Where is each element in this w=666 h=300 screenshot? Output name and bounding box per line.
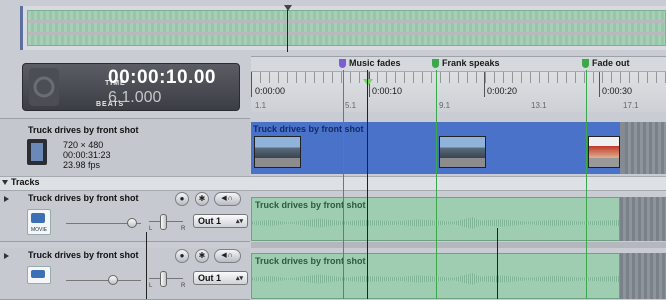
- cursor-line: [497, 228, 498, 299]
- updown-arrow-icon: ▴▾: [235, 275, 243, 282]
- marker-fade-out[interactable]: Fade out: [592, 58, 630, 68]
- marker-line-frank-speaks: [436, 70, 437, 299]
- track-title: Truck drives by front shot: [28, 193, 139, 203]
- marker-music-fades[interactable]: Music fades: [349, 58, 401, 68]
- ruler-beat: 9.1: [439, 101, 451, 110]
- movie-icon: MOVIE: [27, 209, 51, 235]
- ruler-major-tick: [484, 72, 485, 97]
- video-track-title: Truck drives by front shot: [253, 124, 364, 134]
- pan-knob[interactable]: [160, 271, 167, 287]
- overview-waveform: [27, 10, 666, 46]
- updown-arrow-icon: ▴▾: [235, 218, 243, 225]
- time-value[interactable]: 00:00:10.00: [108, 67, 216, 89]
- marker-band: Music fades Frank speaks Fade out: [251, 57, 666, 72]
- clip-fps: 23.98 fps: [63, 160, 101, 170]
- ruler-major-tick: [251, 72, 252, 97]
- video-track[interactable]: Truck drives by front shot: [251, 122, 666, 174]
- clip-title: Truck drives by front shot: [28, 125, 139, 135]
- clip-duration: 00:00:31:23: [63, 150, 111, 160]
- mute-button[interactable]: ◀∩: [214, 192, 241, 206]
- overview-playhead[interactable]: [287, 6, 288, 52]
- audio-clip-title: Truck drives by front shot: [255, 200, 366, 210]
- record-button[interactable]: ●: [175, 249, 189, 263]
- video-track-end: [588, 122, 666, 174]
- marker-line-music-fades: [343, 70, 344, 299]
- track-header-1: Truck drives by front shot ● ✱ ◀∩ MOVIE …: [0, 191, 250, 242]
- track-end-region: [620, 197, 666, 241]
- marker-flag-icon[interactable]: [432, 59, 439, 68]
- ruler-beat: 17.1: [623, 101, 639, 110]
- marker-line-fade-out: [586, 70, 587, 299]
- clip-dimensions: 720 × 480: [63, 140, 104, 150]
- tracks-label: Tracks: [11, 177, 40, 187]
- beats-value[interactable]: 6.1.000: [108, 89, 161, 107]
- output-select[interactable]: Out 1 ▴▾: [193, 214, 248, 228]
- ruler-ticks: [251, 72, 666, 83]
- volume-knob[interactable]: [127, 218, 137, 228]
- playhead-line[interactable]: [367, 70, 368, 299]
- marker-flag-icon[interactable]: [339, 59, 346, 68]
- ruler-beat: 5.1: [345, 101, 357, 110]
- solo-button[interactable]: ✱: [195, 249, 209, 263]
- track-header-2: Truck drives by front shot ● ✱ ◀∩ L R Ou…: [0, 248, 250, 300]
- ruler-timecode: 0:00:30: [602, 86, 633, 96]
- timeline-ruler[interactable]: Music fades Frank speaks Fade out 0:00:0…: [251, 56, 666, 112]
- overview-playhead-knob[interactable]: [284, 5, 292, 11]
- ruler-timecode: 0:00:10: [372, 86, 403, 96]
- pan-knob[interactable]: [160, 214, 167, 230]
- marker-flag-icon[interactable]: [582, 59, 589, 68]
- audio-clip-title: Truck drives by front shot: [255, 256, 366, 266]
- disclosure-triangle-icon[interactable]: [4, 196, 9, 202]
- disclosure-triangle-icon[interactable]: [4, 253, 9, 259]
- marker-frank-speaks[interactable]: Frank speaks: [442, 58, 500, 68]
- tracks-header[interactable]: Tracks: [0, 176, 666, 191]
- playhead-knob[interactable]: [363, 79, 373, 86]
- video-thumbnail: [254, 136, 301, 168]
- audio-file-icon: [27, 266, 51, 284]
- disclosure-triangle-icon[interactable]: [2, 180, 8, 185]
- ruler-beat: 13.1: [531, 101, 547, 110]
- timeline-overview[interactable]: [20, 6, 666, 50]
- ruler-timecode: 0:00:20: [487, 86, 518, 96]
- video-thumbnail: [588, 136, 620, 168]
- cursor-line: [146, 232, 147, 299]
- pan-left-label: L: [149, 226, 153, 232]
- pan-left-label: L: [149, 283, 153, 289]
- ruler-timecode: 0:00:00: [255, 86, 286, 96]
- video-thumbnail: [439, 136, 486, 168]
- output-select[interactable]: Out 1 ▴▾: [193, 271, 248, 285]
- record-button[interactable]: ●: [175, 192, 189, 206]
- film-icon: [27, 139, 47, 165]
- time-display: TIME BEATS 00:00:10.00 6.1.000: [22, 63, 240, 111]
- pan-right-label: R: [181, 226, 186, 232]
- volume-slider[interactable]: [66, 280, 141, 281]
- pan-right-label: R: [181, 283, 186, 289]
- track-title: Truck drives by front shot: [28, 250, 139, 260]
- track-divider: [251, 242, 666, 248]
- volume-knob[interactable]: [108, 275, 118, 285]
- clip-info-panel: Truck drives by front shot 720 × 480 00:…: [0, 118, 250, 176]
- solo-button[interactable]: ✱: [195, 192, 209, 206]
- ruler-major-tick: [599, 72, 600, 97]
- mute-button[interactable]: ◀∩: [214, 249, 241, 263]
- track-end-region: [620, 253, 666, 299]
- clock-icon: [29, 68, 59, 106]
- ruler-beat: 1.1: [255, 101, 267, 110]
